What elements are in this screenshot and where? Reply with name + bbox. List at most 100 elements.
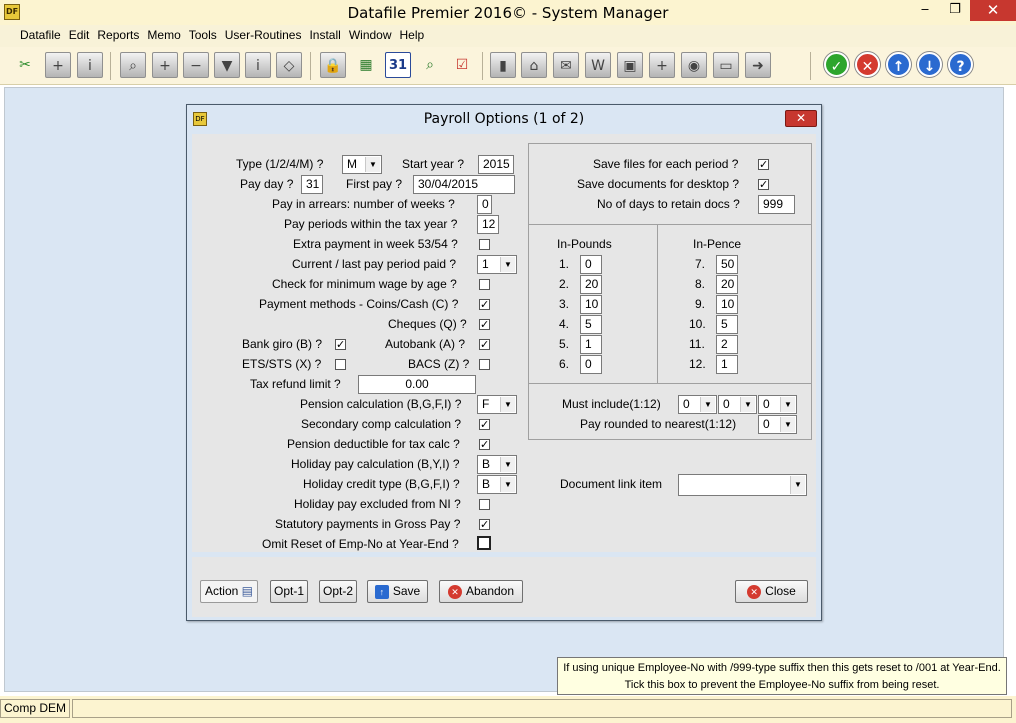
dialog-title-bar[interactable]: DF Payroll Options (1 of 2) ✕ bbox=[187, 105, 821, 133]
tax-refund-field[interactable]: 0.00 bbox=[358, 375, 476, 394]
opt1-button[interactable]: Opt-1 bbox=[270, 580, 308, 603]
pence-field[interactable]: 5 bbox=[716, 315, 738, 334]
chevron-down-icon: ▼ bbox=[500, 457, 515, 472]
pence-field[interactable]: 50 bbox=[716, 255, 738, 274]
scissors-icon[interactable]: ✂ bbox=[12, 52, 38, 78]
type-select[interactable]: M ▼ bbox=[342, 155, 382, 174]
cheques-checkbox[interactable]: ✓ bbox=[479, 319, 490, 330]
import-icon[interactable]: ▼ bbox=[214, 52, 240, 78]
action-button[interactable]: Action ▤ bbox=[200, 580, 258, 603]
checklist-icon[interactable]: ☑ bbox=[449, 52, 475, 78]
printer-icon[interactable]: ▭ bbox=[713, 52, 739, 78]
doc-link-select[interactable]: ▼ bbox=[678, 474, 807, 496]
menu-memo[interactable]: Memo bbox=[143, 25, 184, 47]
search-report-icon[interactable]: ⌕ bbox=[417, 52, 443, 78]
chevron-down-icon: ▼ bbox=[500, 477, 515, 492]
close-icon[interactable]: ✕ bbox=[970, 0, 1016, 21]
menu-help[interactable]: Help bbox=[396, 25, 429, 47]
toolbar-separator bbox=[810, 52, 811, 80]
add-window-icon[interactable]: + bbox=[649, 52, 675, 78]
bar-chart-icon[interactable]: ▮ bbox=[490, 52, 516, 78]
periods-field[interactable]: 12 bbox=[477, 215, 499, 234]
menu-reports[interactable]: Reports bbox=[93, 25, 143, 47]
pounds-field[interactable]: 5 bbox=[580, 315, 602, 334]
holiday-credit-select[interactable]: B ▼ bbox=[477, 475, 517, 494]
menu-install[interactable]: Install bbox=[305, 25, 344, 47]
pounds-field[interactable]: 20 bbox=[580, 275, 602, 294]
mail-icon[interactable]: ✉ bbox=[553, 52, 579, 78]
arrears-field[interactable]: 0 bbox=[477, 195, 492, 214]
lock-document-icon[interactable]: 🔒 bbox=[320, 52, 346, 78]
pence-field[interactable]: 2 bbox=[716, 335, 738, 354]
help-icon[interactable]: ? bbox=[948, 52, 973, 77]
must-include-select-2[interactable]: 0 ▼ bbox=[718, 395, 757, 414]
document-info-icon[interactable]: i bbox=[77, 52, 103, 78]
pension-deductible-checkbox[interactable]: ✓ bbox=[479, 439, 490, 450]
dialog-close-icon[interactable]: ✕ bbox=[785, 110, 817, 127]
menu-tools[interactable]: Tools bbox=[185, 25, 221, 47]
start-year-field[interactable]: 2015 bbox=[478, 155, 514, 174]
calendar-icon[interactable]: 31 bbox=[385, 52, 411, 78]
word-export-icon[interactable]: W bbox=[585, 52, 611, 78]
ets-sts-checkbox[interactable] bbox=[335, 359, 346, 370]
tooltip: If using unique Employee-No with /999-ty… bbox=[557, 657, 1007, 695]
pounds-field[interactable]: 0 bbox=[580, 355, 602, 374]
omit-reset-checkbox[interactable] bbox=[477, 536, 491, 550]
menu-edit[interactable]: Edit bbox=[65, 25, 94, 47]
image-icon[interactable]: ▣ bbox=[617, 52, 643, 78]
menu-window[interactable]: Window bbox=[345, 25, 396, 47]
record-info-icon[interactable]: i bbox=[245, 52, 271, 78]
add-record-icon[interactable]: + bbox=[152, 52, 178, 78]
restore-icon[interactable]: ❐ bbox=[940, 0, 970, 21]
rounded-select[interactable]: 0 ▼ bbox=[758, 415, 797, 434]
pounds-field[interactable]: 10 bbox=[580, 295, 602, 314]
pay-day-label: Pay day ? bbox=[240, 177, 294, 191]
pence-field[interactable]: 20 bbox=[716, 275, 738, 294]
bank-giro-checkbox[interactable]: ✓ bbox=[335, 339, 346, 350]
cancel-x-icon[interactable]: ✕ bbox=[855, 52, 880, 77]
holiday-calc-select[interactable]: B ▼ bbox=[477, 455, 517, 474]
first-pay-field[interactable]: 30/04/2015 bbox=[413, 175, 515, 194]
pounds-field[interactable]: 0 bbox=[580, 255, 602, 274]
menu-datafile[interactable]: Datafile bbox=[16, 25, 65, 47]
statutory-label: Statutory payments in Gross Pay ? bbox=[275, 517, 461, 531]
save-button[interactable]: ↑ Save bbox=[367, 580, 428, 603]
home-icon[interactable]: ⌂ bbox=[521, 52, 547, 78]
coins-cash-checkbox[interactable]: ✓ bbox=[479, 299, 490, 310]
remove-record-icon[interactable]: − bbox=[183, 52, 209, 78]
minimize-icon[interactable]: ‒ bbox=[910, 0, 940, 21]
pence-field[interactable]: 10 bbox=[716, 295, 738, 314]
min-wage-checkbox[interactable] bbox=[479, 279, 490, 290]
abandon-button[interactable]: ✕ Abandon bbox=[439, 580, 523, 603]
status-message bbox=[72, 699, 1012, 718]
pence-field[interactable]: 1 bbox=[716, 355, 738, 374]
export-icon[interactable]: ➜ bbox=[745, 52, 771, 78]
toolbar-separator bbox=[310, 52, 311, 80]
holiday-ni-checkbox[interactable] bbox=[479, 499, 490, 510]
ok-check-icon[interactable]: ✓ bbox=[824, 52, 849, 77]
extra-payment-checkbox[interactable] bbox=[479, 239, 490, 250]
save-docs-checkbox[interactable]: ✓ bbox=[758, 179, 769, 190]
new-document-icon[interactable]: + bbox=[45, 52, 71, 78]
network-icon[interactable]: ◉ bbox=[681, 52, 707, 78]
pay-day-field[interactable]: 31 bbox=[301, 175, 323, 194]
calculator-icon[interactable]: ▦ bbox=[353, 52, 379, 78]
opt2-button[interactable]: Opt-2 bbox=[319, 580, 357, 603]
retain-docs-field[interactable]: 999 bbox=[758, 195, 795, 214]
find-icon[interactable]: ⌕ bbox=[120, 52, 146, 78]
statutory-checkbox[interactable]: ✓ bbox=[479, 519, 490, 530]
eraser-icon[interactable]: ◇ bbox=[276, 52, 302, 78]
pounds-field[interactable]: 1 bbox=[580, 335, 602, 354]
save-files-checkbox[interactable]: ✓ bbox=[758, 159, 769, 170]
must-include-select-3[interactable]: 0 ▼ bbox=[758, 395, 797, 414]
arrow-up-icon[interactable]: ↑ bbox=[886, 52, 911, 77]
autobank-checkbox[interactable]: ✓ bbox=[479, 339, 490, 350]
pension-calc-select[interactable]: F ▼ bbox=[477, 395, 517, 414]
secondary-comp-checkbox[interactable]: ✓ bbox=[479, 419, 490, 430]
bacs-checkbox[interactable] bbox=[479, 359, 490, 370]
close-button[interactable]: ✕ Close bbox=[735, 580, 808, 603]
current-period-select[interactable]: 1 ▼ bbox=[477, 255, 517, 274]
arrow-down-icon[interactable]: ↓ bbox=[917, 52, 942, 77]
must-include-select-1[interactable]: 0 ▼ bbox=[678, 395, 717, 414]
menu-user-routines[interactable]: User-Routines bbox=[221, 25, 306, 47]
